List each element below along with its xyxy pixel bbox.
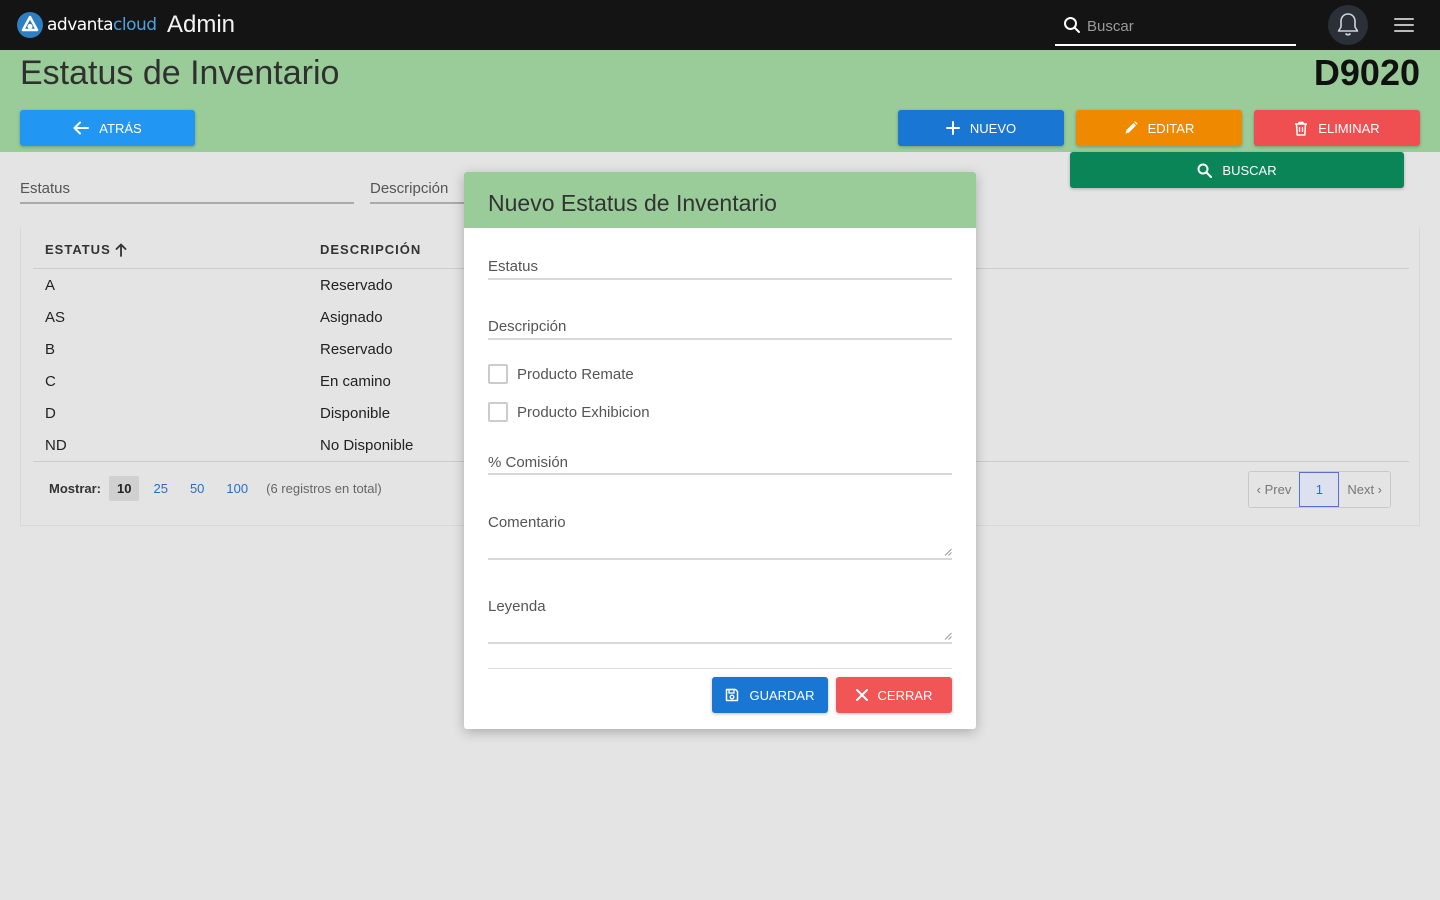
top-bar: advantacloud Admin [0,0,1440,50]
trash-icon [1295,121,1308,136]
producto-exhibicion-label: Producto Exhibicion [517,403,650,421]
leyenda-label: Leyenda [488,598,546,615]
show-label: Mostrar: [49,481,102,496]
comentario-textarea[interactable]: Comentario [488,514,952,560]
new-status-modal: Nuevo Estatus de Inventario Estatus Desc… [464,172,976,729]
page-header: Estatus de Inventario D9020 ATRÁS NUEVO … [0,50,1440,152]
plus-icon [945,121,960,135]
back-button[interactable]: ATRÁS [20,110,195,146]
page-size-selector: Mostrar: 10 25 50 100 (6 registros en to… [49,476,382,501]
descripcion-label: Descripción [488,318,567,335]
pagination: ‹ Prev 1 Next › [1247,471,1391,508]
filter-estatus-field[interactable]: Estatus [20,180,354,204]
comentario-label: Comentario [488,514,566,531]
modal-footer-divider [488,668,952,669]
checkbox-box[interactable] [488,364,508,384]
column-header-descripcion[interactable]: DESCRIPCIÓN [320,242,421,257]
new-button[interactable]: NUEVO [898,110,1064,146]
resize-handle-icon[interactable] [944,548,952,556]
prev-page-button[interactable]: ‹ Prev [1248,472,1300,507]
page-size-100[interactable]: 100 [218,476,256,501]
page-code: D9020 [1313,52,1420,93]
search-input[interactable] [1087,14,1287,38]
arrow-left-icon [73,121,90,135]
resize-handle-icon[interactable] [944,632,952,640]
estatus-field[interactable]: Estatus [488,258,952,280]
page-title: Estatus de Inventario [20,54,340,92]
sort-ascending-icon [115,243,127,257]
notifications-button[interactable] [1328,5,1368,45]
app-title: Admin [167,11,236,38]
checkbox-box[interactable] [488,402,508,422]
edit-button[interactable]: EDITAR [1076,110,1242,146]
logo-text: advantacloud [47,15,157,35]
column-header-estatus[interactable]: ESTATUS [45,242,127,257]
page-1-button[interactable]: 1 [1299,472,1340,507]
leyenda-textarea[interactable]: Leyenda [488,598,952,644]
advanta-logo-icon [17,12,43,38]
filter-estatus-label: Estatus [20,180,71,197]
hamburger-menu-icon[interactable] [1394,15,1414,35]
producto-exhibicion-checkbox[interactable]: Producto Exhibicion [488,402,650,422]
page-size-50[interactable]: 50 [182,476,212,501]
total-records: (6 registros en total) [266,481,382,496]
modal-header: Nuevo Estatus de Inventario [464,172,976,228]
global-search [1055,10,1296,46]
modal-title: Nuevo Estatus de Inventario [488,190,777,216]
close-button[interactable]: CERRAR [836,677,952,713]
save-icon [726,688,739,702]
estatus-label: Estatus [488,258,539,275]
page-size-25[interactable]: 25 [145,476,175,501]
comision-field[interactable]: % Comisión [488,454,952,476]
producto-remate-checkbox[interactable]: Producto Remate [488,364,634,384]
save-button[interactable]: GUARDAR [712,677,828,713]
comision-label: % Comisión [488,454,569,471]
descripcion-field[interactable]: Descripción [488,318,952,340]
producto-remate-label: Producto Remate [517,365,634,383]
filter-descripcion-label: Descripción [370,180,449,197]
logo[interactable]: advantacloud [16,11,157,39]
search-icon [1197,163,1213,178]
delete-button[interactable]: ELIMINAR [1254,110,1420,146]
page-size-10[interactable]: 10 [109,476,140,501]
next-page-button[interactable]: Next › [1339,472,1390,507]
bell-icon [1337,13,1359,36]
close-icon [855,689,868,701]
search-icon [1064,17,1080,33]
pencil-icon [1125,121,1138,134]
search-button[interactable]: BUSCAR [1070,152,1404,188]
